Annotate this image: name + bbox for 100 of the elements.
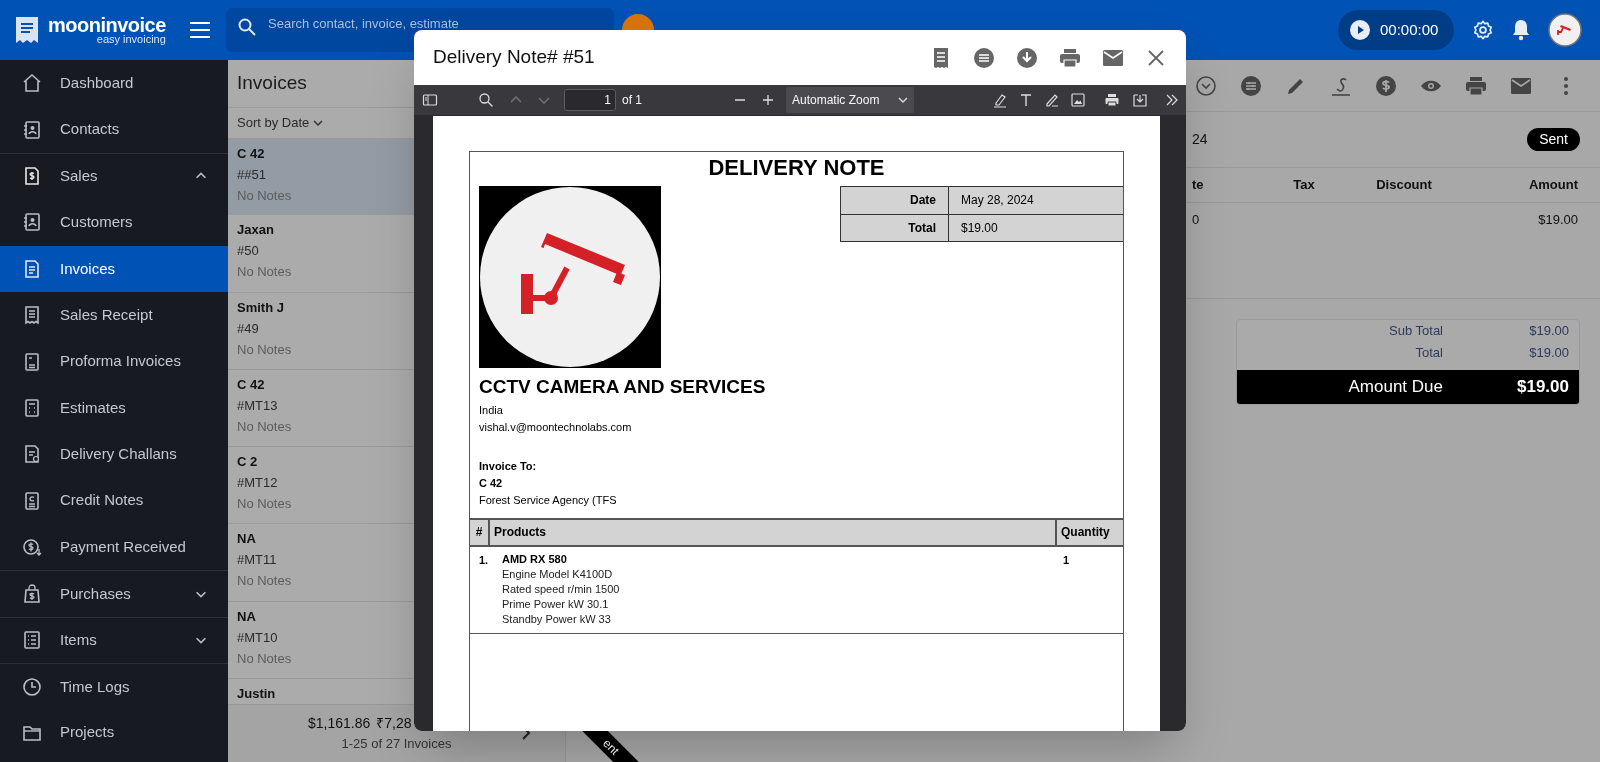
document-icon [22,351,42,372]
total-amount: ₹7,28 [376,714,412,734]
text-tool-icon[interactable] [1018,92,1034,108]
page-count: of 1 [622,92,642,109]
clock-icon [22,676,42,697]
contact-book-icon [22,119,42,140]
column-header: te [1192,176,1205,195]
chevron-circle-icon[interactable] [1194,73,1218,98]
sidebar-toggle-icon[interactable] [422,92,438,108]
download-icon[interactable] [1015,45,1039,70]
sidebar-item[interactable]: Delivery Challans [0,431,228,478]
settings-icon[interactable] [1472,19,1494,41]
save-icon[interactable] [1132,92,1148,108]
sidebar-item[interactable]: Estimates [0,384,228,432]
zoom-dropdown[interactable]: Automatic Zoom [786,87,914,113]
customer-name: Jaxan [237,222,274,239]
status-badge: Sent [1527,128,1580,151]
total-label: Total [1414,344,1443,363]
amount-due-label: Amount Due [1347,376,1443,399]
customer-name: NA [237,531,256,548]
sliders-icon[interactable] [972,45,996,70]
menu-icon[interactable] [189,21,211,39]
invoice-notes: No Notes [237,650,292,667]
invoice-notes: No Notes [237,418,292,435]
dollar-circle-icon[interactable] [1374,73,1398,98]
row-index: 1. [478,553,490,568]
invoice-notes: No Notes [237,264,292,281]
customer-name: C 42 [237,146,265,162]
brand-tagline: easy invoicing [96,34,166,45]
customer-name: NA [237,608,256,625]
pagination-range: 1-25 of 27 Invoices [341,735,452,754]
sort-dropdown[interactable]: Sort by Date [228,108,333,138]
play-icon [1350,20,1370,40]
receipt-icon [22,305,42,326]
document-icon [22,258,42,279]
bill-to-label: Invoice To: [479,459,538,474]
invoice-number: #MT12 [237,475,278,492]
zoom-in-icon[interactable] [760,92,776,108]
column-header: Products [490,520,1057,545]
column-header: Quantity [1060,524,1111,541]
product-name: AMD RX 580 [502,552,568,567]
invoice-number: #49 [237,320,259,337]
sidebar-item[interactable]: Payment Received [0,523,228,571]
total-label: Sub Total [1388,322,1443,341]
sidebar-item[interactable]: Proforma Invoices [0,338,228,385]
sidebar-item[interactable]: Projects [0,709,228,756]
image-icon[interactable] [1070,92,1086,108]
invoice-number: #MT11 [237,552,277,569]
calculator-icon [22,397,42,418]
brand-name: mooninvoice [48,15,166,35]
company-country: India [479,403,504,418]
chevron-down-icon [898,96,908,104]
dollar-circle-icon [22,537,42,558]
sidebar-item[interactable]: Customers [0,199,228,246]
document-icon [22,490,42,511]
list-icon [22,630,42,651]
home-icon [22,73,42,94]
search-icon[interactable] [478,92,494,108]
customer-name: Smith J [237,299,284,316]
chevron-down-icon [313,119,324,127]
list-title: Invoices [237,71,307,96]
dollar-document-icon [22,166,42,187]
invoice-number: #MT13 [237,397,278,414]
timer-text: 00:00:00 [1380,19,1439,40]
notification-bell-icon[interactable] [1512,19,1530,41]
avatar-icon[interactable] [1548,13,1582,47]
page-number-field[interactable]: 1 [564,89,616,111]
receipt-icon [14,15,40,45]
column-header: Amount [1527,176,1578,195]
invoice-notes: No Notes [237,341,292,358]
shopping-bag-icon [22,584,42,604]
customer-name: C 2 [237,454,258,471]
customer-name: C 42 [237,376,265,393]
total-value: $19.00 [1528,344,1569,363]
table-cell-text: $19.00 [1537,211,1578,229]
column-header: Tax [1292,176,1316,195]
product-quantity: 1 [1062,553,1071,568]
timer-button[interactable]: 00:00:00 [1338,10,1454,50]
sidebar-item[interactable]: Invoices [0,245,228,292]
sliders-icon[interactable] [1239,73,1263,98]
meta-value: $19.00 [960,220,999,237]
invoice-notes: No Notes [237,573,292,590]
sidebar-item[interactable]: Contacts [0,106,228,153]
pen-icon[interactable] [1044,92,1060,108]
sidebar-item[interactable]: Dashboard [0,60,228,107]
column-header: # [470,520,490,545]
sidebar-item[interactable]: Sales Receipt [0,291,228,339]
table-cell-text: 0 [1192,211,1201,229]
invoice-date: 24 [1192,130,1208,149]
print-icon[interactable] [1104,92,1120,108]
invoice-notes: No Notes [237,496,292,513]
highlighter-icon[interactable] [992,92,1008,108]
document-title: DELIVERY NOTE [707,154,886,182]
invoice-number: ##51 [237,167,266,183]
column-header: Discount [1375,176,1433,195]
bill-to-name: C 42 [479,476,504,491]
search-icon [238,18,256,36]
sidebar-item[interactable]: Credit Notes [0,477,228,524]
contact-book-icon [22,212,42,233]
double-chevron-right-icon[interactable] [1164,92,1180,108]
